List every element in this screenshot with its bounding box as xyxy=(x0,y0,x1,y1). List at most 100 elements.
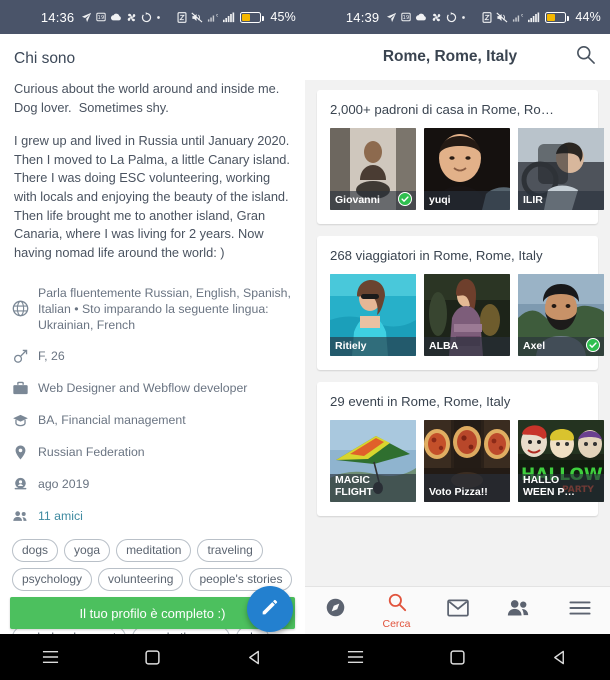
tile-row: Giovanni yuqi ILIR xyxy=(330,128,604,210)
chip[interactable]: meditation xyxy=(116,539,192,563)
fan-icon xyxy=(126,12,137,23)
svg-text:o: o xyxy=(217,12,219,17)
calendar-icon: 19 xyxy=(96,12,107,22)
status-bar-left: 14:36 19 o 45% xyxy=(0,0,305,34)
screen-rotate-icon xyxy=(177,11,187,23)
bottom-navigation: Cerca xyxy=(305,586,610,634)
status-icons: 19 o 44% xyxy=(386,10,601,24)
profile-content: Chi sono Curious about the world around … xyxy=(0,34,305,634)
cloud-icon xyxy=(110,12,122,22)
tile-row: MAGIC FLIGHT Voto Pizza!! HALLO WEEN P… xyxy=(330,420,604,502)
tile-magic-flight[interactable]: MAGIC FLIGHT xyxy=(330,420,416,502)
recents-icon[interactable] xyxy=(21,634,81,680)
result-card-events[interactable]: 29 eventi in Rome, Rome, Italy MAGIC FLI… xyxy=(317,382,604,516)
chip[interactable]: dogs xyxy=(12,539,59,563)
result-card-hosts[interactable]: 2,000+ padroni di casa in Rome, Ro… Giov… xyxy=(317,90,604,224)
chip[interactable]: traveling xyxy=(197,539,263,563)
attribute-gender-age-text: F, 26 xyxy=(38,349,65,364)
chip[interactable]: volunteering xyxy=(98,568,184,592)
tile-row: Ritiely ALBA Axel xyxy=(330,274,604,356)
globe-icon xyxy=(12,300,38,317)
graduation-cap-icon xyxy=(12,411,38,429)
attribute-friends-text[interactable]: 11 amici xyxy=(38,507,83,524)
tile-voto-pizza[interactable]: Voto Pizza!! xyxy=(424,420,510,502)
tile-alba[interactable]: ALBA xyxy=(424,274,510,356)
tile-label: Voto Pizza!! xyxy=(424,474,510,502)
nav-item-messages[interactable] xyxy=(427,587,488,634)
back-icon[interactable] xyxy=(224,634,284,680)
nav-item-friends[interactable] xyxy=(488,587,549,634)
location-pin-icon xyxy=(12,443,38,461)
mute-icon xyxy=(496,12,508,23)
svg-text:o: o xyxy=(522,12,524,17)
card-title: 2,000+ padroni di casa in Rome, Ro… xyxy=(330,102,554,117)
screen-rotate-icon xyxy=(482,11,492,23)
svg-text:19: 19 xyxy=(403,15,410,21)
svg-text:19: 19 xyxy=(98,15,105,21)
android-nav-right xyxy=(305,634,610,680)
battery-percent: 45% xyxy=(270,10,296,24)
recents-icon[interactable] xyxy=(326,634,386,680)
tile-ilir[interactable]: ILIR xyxy=(518,128,604,210)
nav-item-menu[interactable] xyxy=(549,587,610,634)
attribute-member-since: ago 2019 xyxy=(12,475,293,493)
people-icon xyxy=(507,598,530,622)
tile-yuqi[interactable]: yuqi xyxy=(424,128,510,210)
signal-icon xyxy=(222,12,235,23)
nav-item-explore[interactable] xyxy=(305,587,366,634)
section-title-about: Chi sono xyxy=(14,50,76,67)
data-icon: o xyxy=(207,12,218,23)
attribute-member-since-text: ago 2019 xyxy=(38,477,90,492)
status-icons: 19 o 45% xyxy=(81,10,296,24)
attribute-gender-age: F, 26 xyxy=(12,347,293,365)
left-phone-screen: 14:36 19 o 45% Chi sono Curious about th… xyxy=(0,0,305,680)
home-icon[interactable] xyxy=(122,634,182,680)
back-icon[interactable] xyxy=(529,634,589,680)
bio-paragraph-1: Curious about the world around and insid… xyxy=(14,81,280,115)
dual-screenshot: 14:36 19 o 45% Chi sono Curious about th… xyxy=(0,0,610,680)
friends-icon xyxy=(12,507,38,525)
nav-item-search[interactable]: Cerca xyxy=(366,587,427,634)
compass-icon xyxy=(325,597,346,623)
tile-halloween-party[interactable]: HALLOWEEN PARTY HALLO WEEN P… xyxy=(518,420,604,502)
bio-paragraph-2: I grew up and lived in Russia until Janu… xyxy=(14,133,294,260)
result-card-travellers[interactable]: 268 viaggiatori in Rome, Rome, Italy Rit… xyxy=(317,236,604,370)
tile-label: HALLO WEEN P… xyxy=(518,474,604,502)
edit-profile-fab[interactable] xyxy=(247,586,293,632)
status-clock: 14:39 xyxy=(345,9,380,25)
right-phone-screen: 14:39 19 o 44% Rome, Rome, Italy xyxy=(305,0,610,680)
tile-axel[interactable]: Axel xyxy=(518,274,604,356)
nav-label: Cerca xyxy=(382,617,411,630)
status-clock: 14:36 xyxy=(40,9,75,25)
chip[interactable]: yoga xyxy=(64,539,111,563)
sync-icon xyxy=(446,11,457,23)
briefcase-icon xyxy=(12,379,38,397)
profile-attributes: Parla fluentemente Russian, English, Spa… xyxy=(12,284,293,525)
battery-icon xyxy=(240,11,264,23)
envelope-icon xyxy=(446,599,469,622)
search-results-list[interactable]: 2,000+ padroni di casa in Rome, Ro… Giov… xyxy=(305,80,610,634)
attribute-education: BA, Financial management xyxy=(12,411,293,429)
tile-giovanni[interactable]: Giovanni xyxy=(330,128,416,210)
search-icon[interactable] xyxy=(575,44,596,70)
verified-badge-icon xyxy=(398,192,412,206)
android-nav-left xyxy=(0,634,305,680)
search-header: Rome, Rome, Italy xyxy=(305,34,610,80)
tile-label: MAGIC FLIGHT xyxy=(330,474,416,502)
attribute-languages-text: Parla fluentemente Russian, English, Spa… xyxy=(38,286,291,333)
attribute-location: Russian Federation xyxy=(12,443,293,461)
attribute-friends[interactable]: 11 amici xyxy=(12,507,293,525)
tile-label: ILIR xyxy=(518,191,604,210)
battery-icon xyxy=(545,11,569,23)
mute-icon xyxy=(191,12,203,23)
chip[interactable]: psychology xyxy=(12,568,93,592)
card-title: 29 eventi in Rome, Rome, Italy xyxy=(330,394,511,409)
attribute-languages: Parla fluentemente Russian, English, Spa… xyxy=(12,284,293,333)
attribute-location-text: Russian Federation xyxy=(38,445,145,460)
data-icon: o xyxy=(512,12,523,23)
member-since-icon xyxy=(12,475,38,493)
page-title: Rome, Rome, Italy xyxy=(382,48,518,65)
tile-ritiely[interactable]: Ritiely xyxy=(330,274,416,356)
dot-icon xyxy=(461,15,466,20)
home-icon[interactable] xyxy=(427,634,487,680)
